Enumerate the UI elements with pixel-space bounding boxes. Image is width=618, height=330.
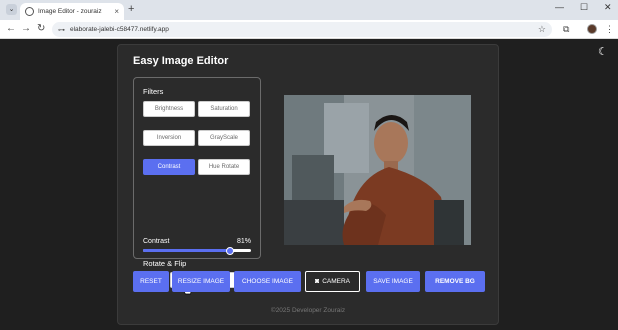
reload-icon[interactable]: ↻ <box>37 23 45 34</box>
dark-mode-moon-icon[interactable]: ☾ <box>598 46 610 58</box>
choose-image-button[interactable]: CHOOSE IMAGE <box>234 271 301 292</box>
browser-toolbar: ← → ↻ ⊶ elaborate-jalebi-c58477.netlify.… <box>0 20 618 39</box>
filter-contrast-button[interactable]: Contrast <box>143 159 195 175</box>
page-content: ☾ Easy Image Editor Filters Brightness S… <box>0 39 618 330</box>
filter-hue-rotate-button[interactable]: Hue Rotate <box>198 159 250 175</box>
filter-saturation-button[interactable]: Saturation <box>198 101 250 117</box>
filter-slider[interactable] <box>143 246 251 255</box>
extensions-icon[interactable]: ⧉ <box>563 24 569 35</box>
resize-image-button[interactable]: RESIZE IMAGE <box>172 271 230 292</box>
bookmark-star-icon[interactable]: ☆ <box>538 24 546 35</box>
remove-bg-button[interactable]: REMOVE BG <box>425 271 485 292</box>
back-icon[interactable]: ← <box>6 23 16 34</box>
slider-thumb[interactable] <box>226 246 235 255</box>
tab-search-button[interactable]: ⌄ <box>6 4 17 15</box>
filter-grayscale-button[interactable]: GrayScale <box>198 130 250 146</box>
browser-tab[interactable]: Image Editor - zouraiz × <box>20 3 124 20</box>
address-bar[interactable]: ⊶ elaborate-jalebi-c58477.netlify.app ☆ <box>52 22 552 37</box>
site-info-icon[interactable]: ⊶ <box>58 26 65 34</box>
globe-icon <box>25 7 34 16</box>
browser-tab-bar: ⌄ Image Editor - zouraiz × + — ☐ ✕ <box>0 0 618 20</box>
slider-fill <box>143 249 231 252</box>
filters-heading: Filters <box>143 87 164 96</box>
profile-avatar[interactable] <box>587 24 597 34</box>
maximize-button[interactable]: ☐ <box>580 2 588 13</box>
filter-inversion-button[interactable]: Inversion <box>143 130 195 146</box>
close-window-button[interactable]: ✕ <box>604 2 612 13</box>
tab-title: Image Editor - zouraiz <box>38 8 102 15</box>
slider-value: 81% <box>236 238 251 245</box>
url-text: elaborate-jalebi-c58477.netlify.app <box>70 26 169 33</box>
image-preview <box>284 95 471 245</box>
editor-card: Easy Image Editor Filters Brightness Sat… <box>117 44 499 325</box>
new-tab-button[interactable]: + <box>128 3 134 15</box>
save-image-button[interactable]: SAVE IMAGE <box>366 271 420 292</box>
reset-button[interactable]: RESET <box>133 271 169 292</box>
camera-icon: ◙ <box>314 278 320 285</box>
camera-button[interactable]: ◙ CAMERA <box>305 271 360 292</box>
slider-label: Contrast <box>143 238 170 245</box>
menu-icon[interactable]: ⋮ <box>605 24 614 35</box>
app-title: Easy Image Editor <box>133 55 229 67</box>
controls-panel: Filters Brightness Saturation Inversion … <box>133 77 261 268</box>
filter-brightness-button[interactable]: Brightness <box>143 101 195 117</box>
footer-text: ©2025 Developer Zouraiz <box>270 307 346 314</box>
forward-icon[interactable]: → <box>21 23 31 34</box>
rotate-flip-heading: Rotate & Flip <box>143 259 187 268</box>
camera-button-label: CAMERA <box>322 278 351 285</box>
tab-close-icon[interactable]: × <box>114 7 119 16</box>
portrait-photo <box>284 95 471 245</box>
minimize-button[interactable]: — <box>555 2 564 12</box>
